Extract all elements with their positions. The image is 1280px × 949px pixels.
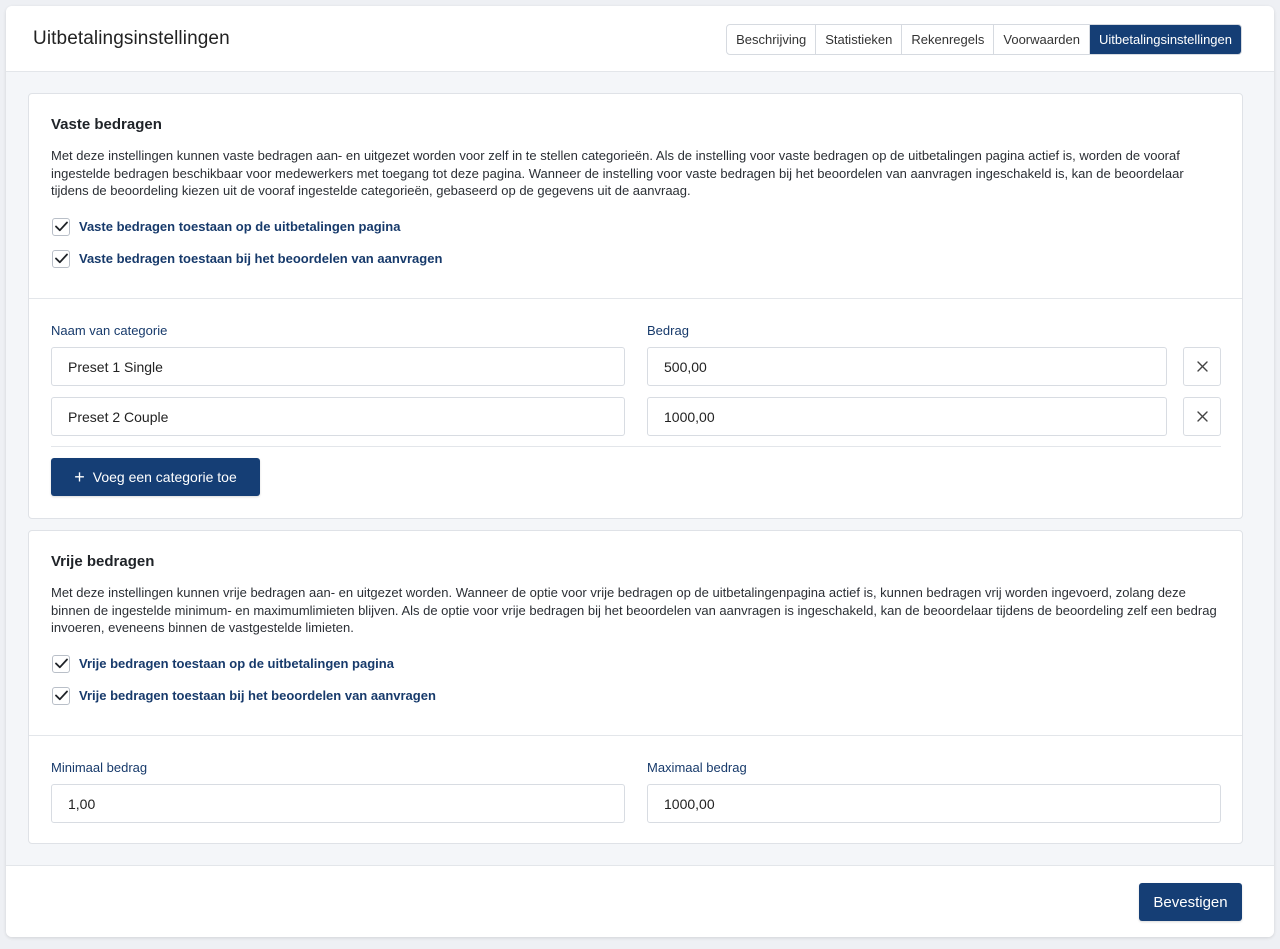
fixed-allow-review-checkbox-row[interactable]: Vaste bedragen toestaan bij het beoordel… — [51, 249, 1220, 269]
add-category-label: Voeg een categorie toe — [92, 469, 237, 485]
remove-category-button[interactable] — [1183, 397, 1221, 436]
category-name-input[interactable]: Preset 1 Single — [51, 347, 625, 386]
amount-label: Bedrag — [647, 323, 689, 338]
free-allow-payouts-page-checkbox-row[interactable]: Vrije bedragen toestaan op de uitbetalin… — [51, 654, 1220, 674]
header: Uitbetalingsinstellingen Beschrijving St… — [6, 6, 1274, 72]
category-name-label: Naam van categorie — [51, 323, 168, 338]
checkmark-icon — [54, 658, 68, 669]
page-title: Uitbetalingsinstellingen — [33, 28, 230, 49]
tab-bar: Beschrijving Statistieken Rekenregels Vo… — [726, 24, 1242, 55]
free-amounts-card: Vrije bedragen Met deze instellingen kun… — [28, 530, 1243, 844]
section-divider — [29, 735, 1242, 736]
free-allow-review-label: Vrije bedragen toestaan bij het beoordel… — [79, 688, 436, 703]
plus-icon: + — [74, 467, 85, 487]
tab-statistieken[interactable]: Statistieken — [816, 25, 903, 54]
free-allow-payouts-page-label: Vrije bedragen toestaan op de uitbetalin… — [79, 656, 394, 671]
tab-uitbetalingsinstellingen[interactable]: Uitbetalingsinstellingen — [1090, 25, 1241, 54]
max-amount-input[interactable]: 1000,00 — [647, 784, 1221, 823]
free-allow-review-checkbox[interactable] — [52, 686, 70, 705]
section-divider — [29, 298, 1242, 299]
free-amounts-description: Met deze instellingen kunnen vrije bedra… — [51, 585, 1217, 635]
rows-divider — [51, 446, 1221, 447]
footer: Bevestigen — [6, 865, 1274, 937]
free-allow-payouts-page-checkbox[interactable] — [52, 654, 70, 673]
fixed-allow-payouts-page-label: Vaste bedragen toestaan op de uitbetalin… — [79, 219, 401, 234]
settings-window: Uitbetalingsinstellingen Beschrijving St… — [6, 6, 1274, 937]
fixed-allow-review-label: Vaste bedragen toestaan bij het beoordel… — [79, 251, 443, 266]
close-icon — [1196, 361, 1208, 372]
min-amount-label: Minimaal bedrag — [51, 760, 148, 775]
confirm-button[interactable]: Bevestigen — [1139, 883, 1242, 921]
remove-category-button[interactable] — [1183, 347, 1221, 386]
add-category-button[interactable]: + Voeg een categorie toe — [51, 458, 260, 496]
checkmark-icon — [54, 253, 68, 264]
free-allow-review-checkbox-row[interactable]: Vrije bedragen toestaan bij het beoordel… — [51, 686, 1220, 706]
tab-voorwaarden[interactable]: Voorwaarden — [994, 25, 1091, 54]
fixed-allow-payouts-page-checkbox[interactable] — [52, 217, 70, 236]
max-amount-label: Maximaal bedrag — [647, 760, 747, 775]
fixed-allow-review-checkbox[interactable] — [52, 249, 70, 268]
category-amount-input[interactable]: 1000,00 — [647, 397, 1167, 436]
checkmark-icon — [54, 690, 68, 701]
fixed-amounts-description: Met deze instellingen kunnen vaste bedra… — [51, 148, 1184, 198]
fixed-amounts-title: Vaste bedragen — [51, 116, 162, 133]
tab-rekenregels[interactable]: Rekenregels — [902, 25, 995, 54]
fixed-amounts-card: Vaste bedragen Met deze instellingen kun… — [28, 93, 1243, 519]
close-icon — [1196, 411, 1208, 422]
min-amount-input[interactable]: 1,00 — [51, 784, 625, 823]
tab-beschrijving[interactable]: Beschrijving — [727, 25, 817, 54]
category-amount-input[interactable]: 500,00 — [647, 347, 1167, 386]
free-amounts-title: Vrije bedragen — [51, 553, 155, 570]
checkmark-icon — [54, 221, 68, 232]
fixed-allow-payouts-page-checkbox-row[interactable]: Vaste bedragen toestaan op de uitbetalin… — [51, 217, 1220, 237]
category-name-input[interactable]: Preset 2 Couple — [51, 397, 625, 436]
